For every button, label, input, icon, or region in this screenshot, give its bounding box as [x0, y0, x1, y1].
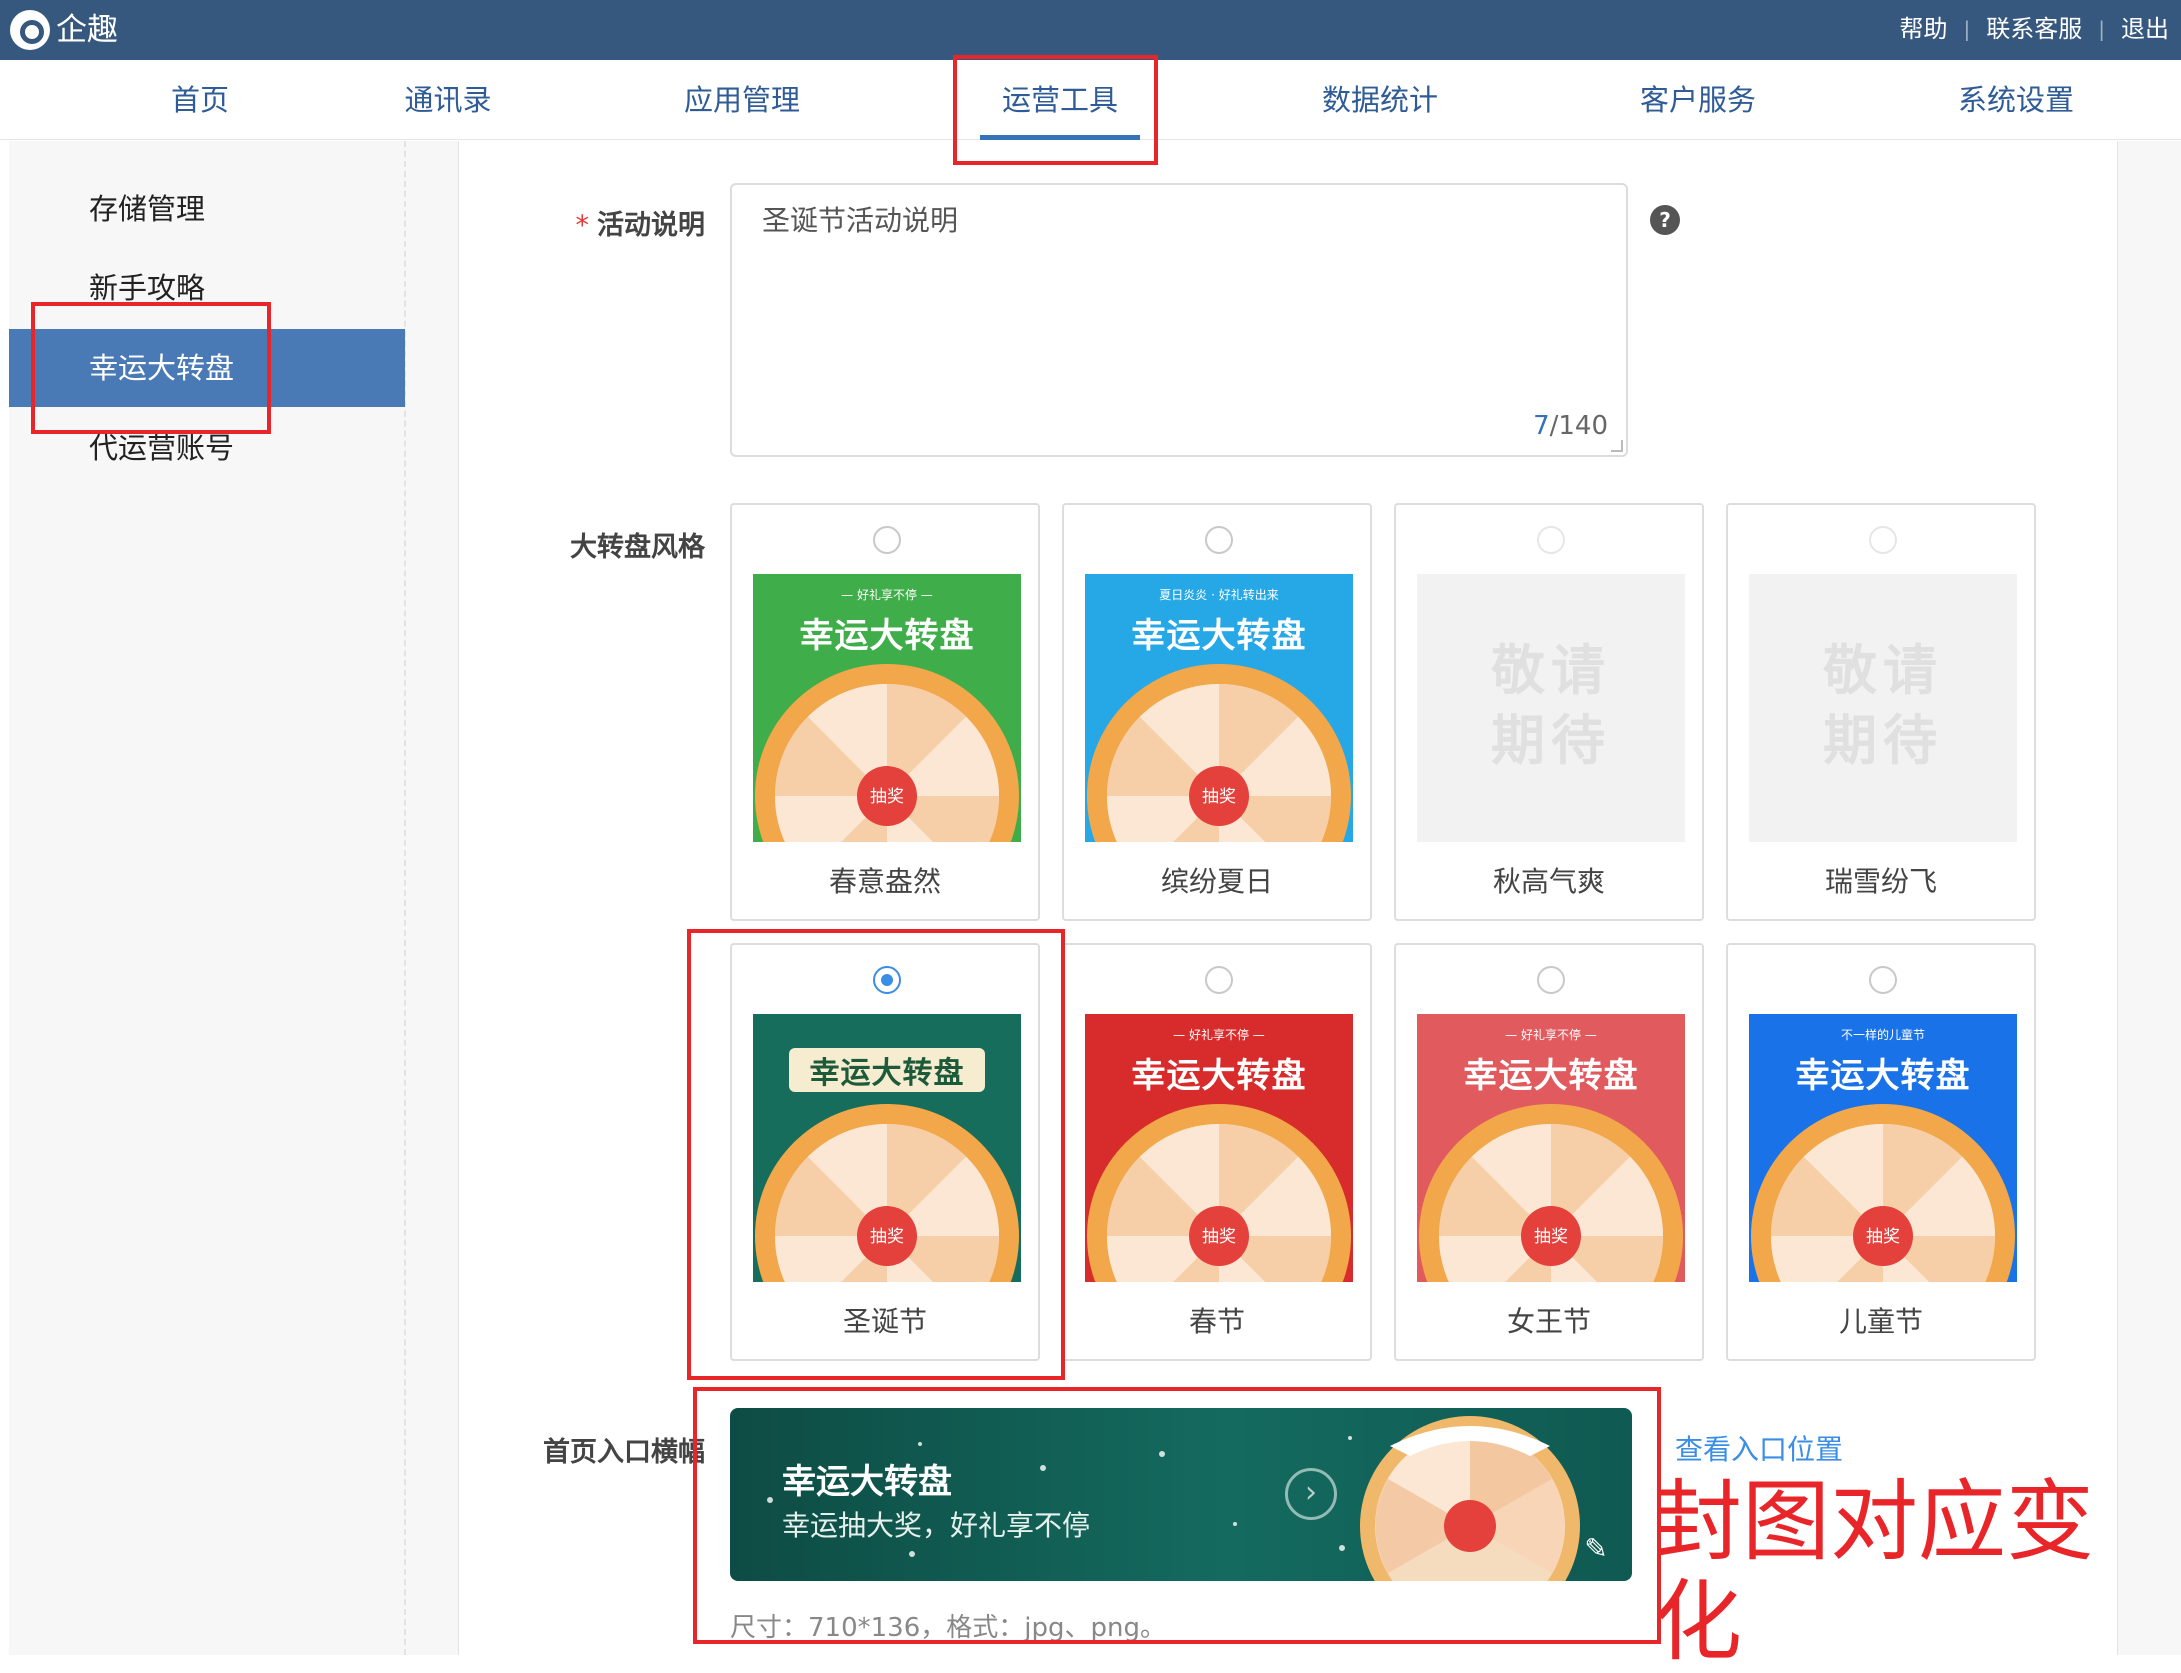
app-logo-icon — [10, 10, 50, 50]
wheel-center-label: 抽奖 — [870, 787, 904, 807]
wheel-style-card: 敬请期待 瑞雪纷飞 — [1726, 503, 2036, 921]
wheel-style-card[interactable]: 抽奖 — 好礼享不停 — 幸运大转盘春节 — [1062, 943, 1372, 1361]
resize-handle-icon[interactable] — [1611, 440, 1623, 452]
required-mark: * — [575, 210, 590, 241]
activity-description-input[interactable]: 圣诞节活动说明 — [732, 185, 1626, 455]
character-counter: 7/140 — [1533, 411, 1608, 441]
activity-description-label: * 活动说明 — [540, 203, 706, 242]
wheel-style-thumbnail: 敬请期待 — [1749, 574, 2017, 842]
annotation-box-sidebar — [31, 302, 271, 434]
thumbnail-title: 幸运大转盘 — [1131, 1056, 1307, 1096]
thumbnail-subtitle: 不一样的儿童节 — [1840, 1028, 1925, 1042]
top-links: 帮助 | 联系客服 | 退出 — [1900, 14, 2170, 44]
wheel-style-label: 大转盘风格 — [570, 532, 705, 563]
wheel-style-card[interactable]: 抽奖 夏日炎炎 · 好礼转出来幸运大转盘缤纷夏日 — [1062, 503, 1372, 921]
nav-app-management[interactable]: 应用管理 — [680, 60, 804, 140]
thumbnail-subtitle: — 好礼享不停 — — [841, 588, 933, 602]
nav-home[interactable]: 首页 — [160, 60, 240, 140]
logout-link[interactable]: 退出 — [2121, 14, 2169, 44]
wheel-center-label: 抽奖 — [1866, 1227, 1900, 1247]
annotation-box-banner — [693, 1387, 1661, 1644]
wheel-style-card: 敬请期待 秋高气爽 — [1394, 503, 1704, 921]
wheel-center-label: 抽奖 — [1202, 1227, 1236, 1247]
coming-soon-text: 敬请期待 — [1823, 639, 1943, 772]
annotation-text: 封图对应变化 — [1654, 1470, 2095, 1673]
activity-description-field[interactable]: 圣诞节活动说明 7/140 — [730, 183, 1628, 457]
coming-soon-text: 敬请期待 — [1491, 639, 1611, 772]
wheel-style-name: 儿童节 — [1838, 1305, 1923, 1338]
wheel-style-thumbnail: 抽奖 夏日炎炎 · 好礼转出来幸运大转盘 — [1085, 574, 1353, 842]
nav-customer-service[interactable]: 客户服务 — [1636, 60, 1760, 140]
question-icon[interactable]: ? — [1650, 205, 1680, 235]
nav-contacts[interactable]: 通讯录 — [400, 60, 496, 140]
wheel-center-label: 抽奖 — [1534, 1227, 1568, 1247]
divider: | — [2098, 17, 2105, 41]
wheel-style-thumbnail: 敬请期待 — [1417, 574, 1685, 842]
thumbnail-title: 幸运大转盘 — [1131, 616, 1307, 656]
wheel-style-card[interactable]: 抽奖 不一样的儿童节幸运大转盘儿童节 — [1726, 943, 2036, 1361]
wheel-style-name: 女王节 — [1506, 1305, 1591, 1338]
help-link[interactable]: 帮助 — [1900, 14, 1948, 44]
sidebar-item-storage[interactable]: 存储管理 — [9, 170, 405, 248]
divider: | — [1963, 17, 1971, 41]
wheel-style-name: 春节 — [1188, 1305, 1245, 1338]
radio-button — [1869, 526, 1897, 554]
radio-button[interactable] — [873, 526, 901, 554]
radio-button[interactable] — [1205, 526, 1233, 554]
wheel-style-thumbnail: 抽奖 不一样的儿童节幸运大转盘 — [1749, 1014, 2017, 1282]
wheel-style-card[interactable]: 抽奖 — 好礼享不停 — 幸运大转盘女王节 — [1394, 943, 1704, 1361]
contact-support-link[interactable]: 联系客服 — [1986, 14, 2082, 44]
thumbnail-subtitle: — 好礼享不停 — — [1173, 1028, 1265, 1042]
thumbnail-title: 幸运大转盘 — [799, 616, 975, 656]
thumbnail-subtitle: — 好礼享不停 — — [1505, 1028, 1597, 1042]
character-count-current: 7 — [1533, 411, 1550, 441]
wheel-style-thumbnail: 抽奖 — 好礼享不停 — 幸运大转盘 — [1417, 1014, 1685, 1282]
wheel-style-name: 春意盎然 — [828, 865, 941, 898]
thumbnail-title: 幸运大转盘 — [1463, 1056, 1639, 1096]
nav-data-statistics[interactable]: 数据统计 — [1318, 60, 1442, 140]
wheel-style-thumbnail: 抽奖 — 好礼享不停 — 幸运大转盘 — [1085, 1014, 1353, 1282]
wheel-center-label: 抽奖 — [1202, 787, 1236, 807]
wheel-style-thumbnail: 抽奖 — 好礼享不停 — 幸运大转盘 — [753, 574, 1021, 842]
activity-description-label-text: 活动说明 — [597, 210, 705, 241]
wheel-style-name: 缤纷夏日 — [1160, 865, 1273, 898]
wheel-style-name: 秋高气爽 — [1492, 865, 1605, 898]
nav-system-settings[interactable]: 系统设置 — [1954, 60, 2078, 140]
radio-button[interactable] — [1869, 966, 1897, 994]
top-bar: 企趣 帮助 | 联系客服 | 退出 — [0, 0, 2181, 60]
radio-button — [1537, 526, 1565, 554]
wheel-style-name: 瑞雪纷飞 — [1824, 865, 1937, 898]
character-count-total: /140 — [1549, 411, 1608, 441]
thumbnail-title: 幸运大转盘 — [1795, 1056, 1971, 1096]
annotation-box-nav — [953, 55, 1158, 165]
thumbnail-subtitle: 夏日炎炎 · 好礼转出来 — [1159, 588, 1279, 602]
annotation-box-style — [687, 929, 1065, 1380]
radio-button[interactable] — [1205, 966, 1233, 994]
radio-button[interactable] — [1537, 966, 1565, 994]
view-entry-position-link[interactable]: 查看入口位置 — [1675, 1428, 1843, 1468]
wheel-style-card[interactable]: 抽奖 — 好礼享不停 — 幸运大转盘春意盎然 — [730, 503, 1040, 921]
entry-banner-label: 首页入口横幅 — [543, 1437, 705, 1468]
app-title: 企趣 — [56, 12, 118, 48]
